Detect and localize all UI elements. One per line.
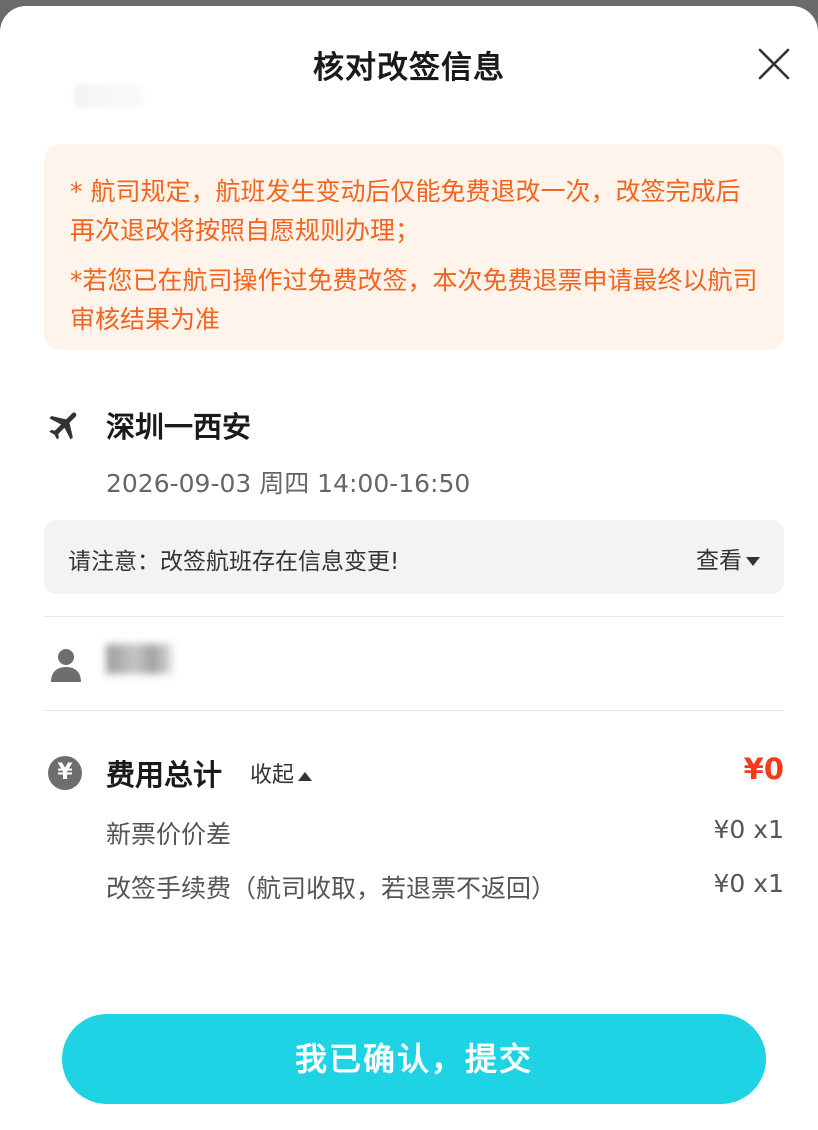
change-confirm-sheet: 核对改签信息 * 航司规定，航班发生变动后仅能免费退改一次，改签完成后再次退改将… [0, 6, 818, 1130]
flight-datetime: 2026-09-03 周四 14:00-16:50 [106, 469, 471, 498]
collapse-label: 收起 [250, 763, 295, 788]
fee-item-amount: ¥0 x1 [713, 815, 784, 844]
caret-up-icon [298, 771, 313, 781]
notice-line-1: * 航司规定，航班发生变动后仅能免费退改一次，改签完成后再次退改将按照自愿规则办… [70, 177, 741, 245]
notice-line-2: *若您已在航司操作过免费改签，本次免费退票申请最终以航司审核结果为准 [70, 266, 758, 334]
passenger-name-redacted [106, 644, 172, 674]
caret-down-icon [746, 557, 760, 566]
divider [44, 616, 784, 617]
fee-total-label: 费用总计 [106, 758, 223, 792]
fee-total-amount: ¥0 [743, 752, 784, 786]
fee-item-amount: ¥0 x1 [713, 869, 784, 898]
yen-icon: ¥ [48, 756, 82, 790]
view-label: 查看 [696, 548, 742, 574]
person-icon [48, 646, 84, 684]
fee-item: 新票价价差 ¥0 x1 [106, 815, 784, 851]
confirm-submit-button[interactable]: 我已确认，提交 [62, 1014, 766, 1104]
fee-item-label: 改签手续费（航司收取，若退票不返回） [106, 874, 557, 903]
collapse-button[interactable]: 收起 [250, 757, 313, 789]
change-notice-bar[interactable]: 请注意：改签航班存在信息变更! 查看 [44, 520, 784, 594]
view-details-button[interactable]: 查看 [696, 541, 760, 575]
flight-route: 深圳一西安 [106, 410, 252, 444]
fee-item: 改签手续费（航司收取，若退票不返回） ¥0 x1 [106, 869, 784, 905]
rule-notice: * 航司规定，航班发生变动后仅能免费退改一次，改签完成后再次退改将按照自愿规则办… [44, 144, 784, 350]
change-notice-text: 请注意：改签航班存在信息变更! [68, 549, 400, 575]
divider [44, 710, 784, 711]
faded-placeholder [74, 84, 144, 108]
plane-icon [46, 406, 84, 444]
page-title: 核对改签信息 [313, 50, 505, 86]
fee-item-label: 新票价价差 [106, 820, 232, 849]
close-icon[interactable] [752, 42, 796, 86]
